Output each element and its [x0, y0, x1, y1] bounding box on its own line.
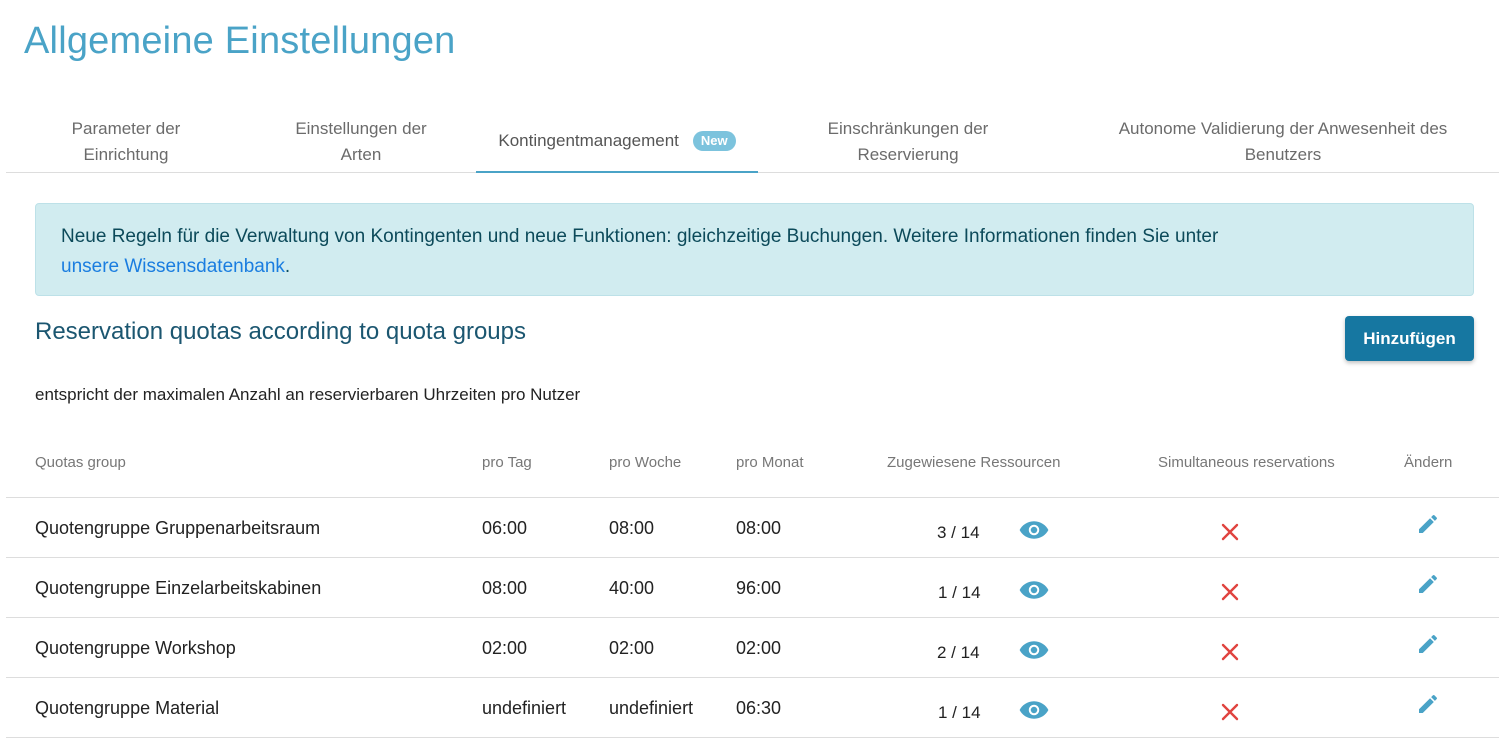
tab-label: Parameter der Einrichtung — [71, 118, 181, 164]
cell-day: 06:00 — [482, 518, 528, 538]
cell-day: 02:00 — [482, 638, 528, 658]
pencil-icon[interactable] — [1416, 572, 1440, 596]
page-title: Allgemeine Einstellungen — [24, 20, 456, 62]
header-day: pro Tag — [482, 454, 532, 471]
quota-table: Quotas group pro Tag pro Woche pro Monat… — [6, 438, 1499, 738]
pencil-icon[interactable] — [1416, 512, 1440, 536]
info-alert: Neue Regeln für die Verwaltung von Konti… — [35, 203, 1474, 296]
cell-month: 96:00 — [736, 578, 782, 598]
pencil-icon[interactable] — [1416, 632, 1440, 656]
header-edit: Ändern — [1404, 454, 1453, 471]
cell-week: 08:00 — [609, 518, 655, 538]
header-resources: Zugewiesene Ressourcen — [887, 454, 1061, 471]
cell-month: 08:00 — [736, 518, 782, 538]
pencil-icon[interactable] — [1416, 692, 1440, 716]
cell-day: 08:00 — [482, 578, 528, 598]
tab-label: Kontingentmanagement — [498, 130, 679, 150]
cell-resources: 3 / 14 — [937, 523, 980, 542]
tab-label: Autonome Validierung der Anwesenheit des… — [1118, 118, 1448, 164]
alert-text: Neue Regeln für die Verwaltung von Konti… — [61, 226, 1219, 247]
tab-einschraenkungen[interactable]: Einschränkungen der Reservierung — [758, 110, 1058, 173]
close-icon — [1221, 583, 1239, 601]
tab-label: Einschränkungen der Reservierung — [827, 118, 989, 164]
tab-arten[interactable]: Einstellungen der Arten — [246, 110, 476, 173]
cell-month: 06:30 — [736, 698, 782, 718]
cell-group: Quotengruppe Workshop — [35, 638, 236, 658]
cell-week: 40:00 — [609, 578, 655, 598]
cell-week: 02:00 — [609, 638, 655, 658]
table-row: Quotengruppe Material undefiniert undefi… — [6, 678, 1499, 738]
table-row: Quotengruppe Gruppenarbeitsraum 06:00 08… — [6, 498, 1499, 558]
table-header: Quotas group pro Tag pro Woche pro Monat… — [6, 438, 1499, 498]
cell-group: Quotengruppe Material — [35, 698, 220, 718]
section-title: Reservation quotas according to quota gr… — [35, 318, 526, 345]
tab-label: Einstellungen der Arten — [295, 118, 427, 164]
table-row: Quotengruppe Einzelarbeitskabinen 08:00 … — [6, 558, 1499, 618]
eye-icon[interactable] — [1019, 700, 1049, 720]
tab-kontingentmanagement[interactable]: Kontingentmanagement New — [476, 110, 758, 173]
cell-week: undefiniert — [609, 698, 694, 718]
close-icon — [1221, 703, 1239, 721]
header-week: pro Woche — [609, 454, 682, 471]
close-icon — [1221, 643, 1239, 661]
cell-group: Quotengruppe Einzelarbeitskabinen — [35, 578, 322, 598]
section-description: entspricht der maximalen Anzahl an reser… — [35, 385, 581, 404]
cell-resources: 1 / 14 — [938, 703, 981, 722]
eye-icon[interactable] — [1019, 520, 1049, 540]
eye-icon[interactable] — [1019, 640, 1049, 660]
close-icon — [1221, 523, 1239, 541]
cell-day: undefiniert — [482, 698, 567, 718]
tab-bar: Parameter der Einrichtung Einstellungen … — [6, 110, 1499, 173]
alert-suffix: . — [284, 256, 291, 277]
header-simultaneous: Simultaneous reservations — [1158, 454, 1335, 471]
tab-parameter[interactable]: Parameter der Einrichtung — [6, 110, 246, 173]
cell-resources: 1 / 14 — [938, 583, 981, 602]
knowledge-base-link[interactable]: unsere Wissensdatenbank — [61, 256, 285, 277]
cell-month: 02:00 — [736, 638, 782, 658]
cell-group: Quotengruppe Gruppenarbeitsraum — [35, 518, 321, 538]
header-group: Quotas group — [35, 454, 126, 471]
add-button[interactable]: Hinzufügen — [1345, 316, 1474, 361]
cell-resources: 2 / 14 — [937, 643, 980, 662]
new-badge: New — [692, 130, 736, 151]
header-month: pro Monat — [736, 454, 804, 471]
tab-validierung[interactable]: Autonome Validierung der Anwesenheit des… — [1058, 110, 1499, 173]
eye-icon[interactable] — [1019, 580, 1049, 600]
table-row: Quotengruppe Workshop 02:00 02:00 02:00 … — [6, 618, 1499, 678]
